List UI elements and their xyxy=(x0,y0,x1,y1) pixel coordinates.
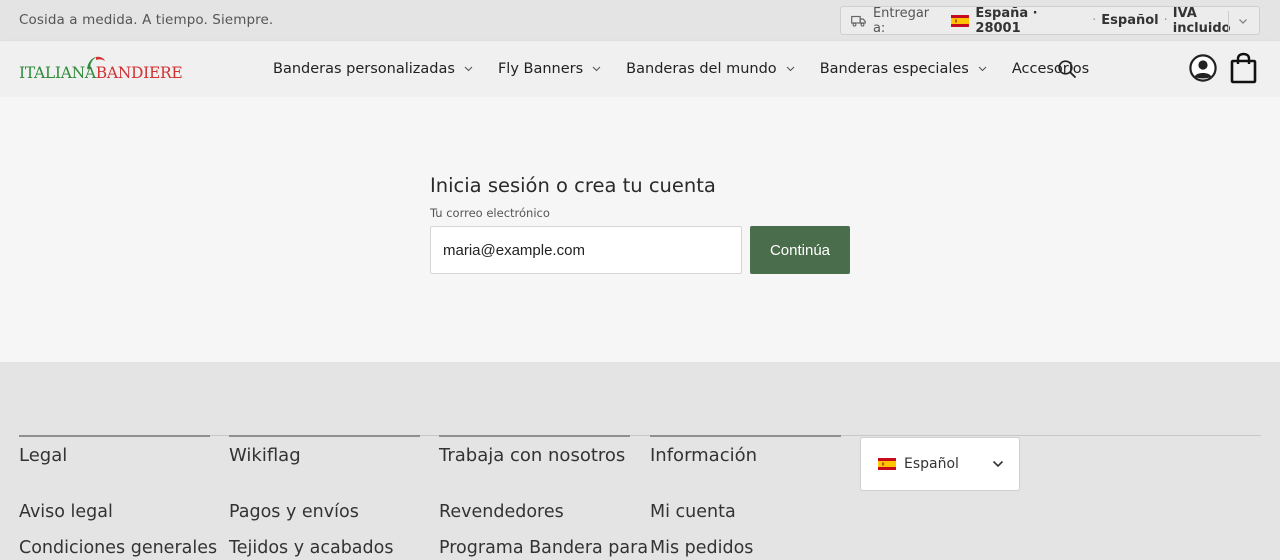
nav-accesorios[interactable]: Accesorios xyxy=(1012,61,1089,77)
nav-banderas-personalizadas[interactable]: Banderas personalizadas xyxy=(273,61,473,77)
nav-banderas-del-mundo[interactable]: Banderas del mundo xyxy=(626,61,795,77)
footer-link[interactable]: Programa Bandera para xyxy=(439,530,648,560)
footer-link[interactable]: Tejidos y acabados xyxy=(229,530,420,560)
spain-flag-icon xyxy=(951,14,970,27)
nav-banderas-especiales[interactable]: Banderas especiales xyxy=(820,61,987,77)
truck-icon xyxy=(851,15,866,27)
column-rule xyxy=(229,435,420,437)
divider xyxy=(1228,11,1229,31)
chevron-down-icon xyxy=(464,66,473,72)
footer-column-title: Wikiflag xyxy=(229,445,301,466)
footer-link[interactable]: Aviso legal xyxy=(19,494,210,530)
chevron-down-icon xyxy=(786,66,795,72)
delivery-language: Español xyxy=(1101,13,1159,28)
login-section: Inicia sesión o crea tu cuenta Tu correo… xyxy=(0,97,1280,362)
account-icon[interactable] xyxy=(1189,54,1217,82)
logo-flag-swoosh-icon xyxy=(87,56,105,69)
chevron-down-icon xyxy=(992,460,1004,468)
main-nav: Banderas personalizadas Fly Banners Band… xyxy=(273,41,1114,97)
footer-column-title: Información xyxy=(650,445,758,466)
language-value: Español xyxy=(904,456,959,472)
search-icon[interactable] xyxy=(1057,59,1077,79)
footer-column-title: Trabaja con nosotros xyxy=(439,445,626,466)
column-rule xyxy=(19,435,210,437)
delivery-selector[interactable]: Entregar a: España · 28001 · Español · I… xyxy=(840,5,1260,36)
spain-flag-icon xyxy=(878,458,896,470)
email-field[interactable] xyxy=(430,226,742,274)
logo[interactable]: ITALIANABANDIERE xyxy=(19,55,183,83)
footer-link[interactable]: Revendedores xyxy=(439,494,630,530)
footer-column-title: Legal xyxy=(19,445,68,466)
separator-dot: · xyxy=(1163,13,1168,28)
footer-column-legal: Legal Aviso legal Condiciones generales xyxy=(19,435,217,560)
delivery-country: España · 28001 xyxy=(975,5,1038,36)
footer-link[interactable]: Condiciones generales xyxy=(19,530,217,560)
email-label: Tu correo electrónico xyxy=(430,206,550,220)
footer-column-informacion: Información Mi cuenta Mis pedidos xyxy=(650,435,841,560)
site-footer: Legal Aviso legal Condiciones generales … xyxy=(0,362,1280,560)
page-title: Inicia sesión o crea tu cuenta xyxy=(430,174,716,197)
footer-link[interactable]: Mis pedidos xyxy=(650,530,841,560)
column-rule xyxy=(650,435,841,437)
delivery-label: Entregar a: xyxy=(872,5,930,36)
column-rule xyxy=(439,435,630,437)
footer-link[interactable]: Mi cuenta xyxy=(650,494,841,530)
tagline: Cosida a medida. A tiempo. Siempre. xyxy=(19,12,274,28)
site-header: ITALIANABANDIERE Banderas personalizadas… xyxy=(0,41,1280,97)
continue-button[interactable]: Continúa xyxy=(750,226,850,274)
footer-column-wikiflag: Wikiflag Pagos y envíos Tejidos y acabad… xyxy=(229,435,420,560)
chevron-down-icon xyxy=(1239,19,1247,24)
shopping-bag-icon[interactable] xyxy=(1230,52,1257,84)
nav-fly-banners[interactable]: Fly Banners xyxy=(498,61,601,77)
footer-column-trabaja: Trabaja con nosotros Revendedores Progra… xyxy=(439,435,648,560)
top-bar: Cosida a medida. A tiempo. Siempre. Entr… xyxy=(0,0,1280,41)
chevron-down-icon xyxy=(592,66,601,72)
chevron-down-icon xyxy=(978,66,987,72)
language-selector[interactable]: Español xyxy=(860,437,1020,491)
footer-link[interactable]: Pagos y envíos xyxy=(229,494,420,530)
separator-dot: · xyxy=(1092,13,1097,28)
